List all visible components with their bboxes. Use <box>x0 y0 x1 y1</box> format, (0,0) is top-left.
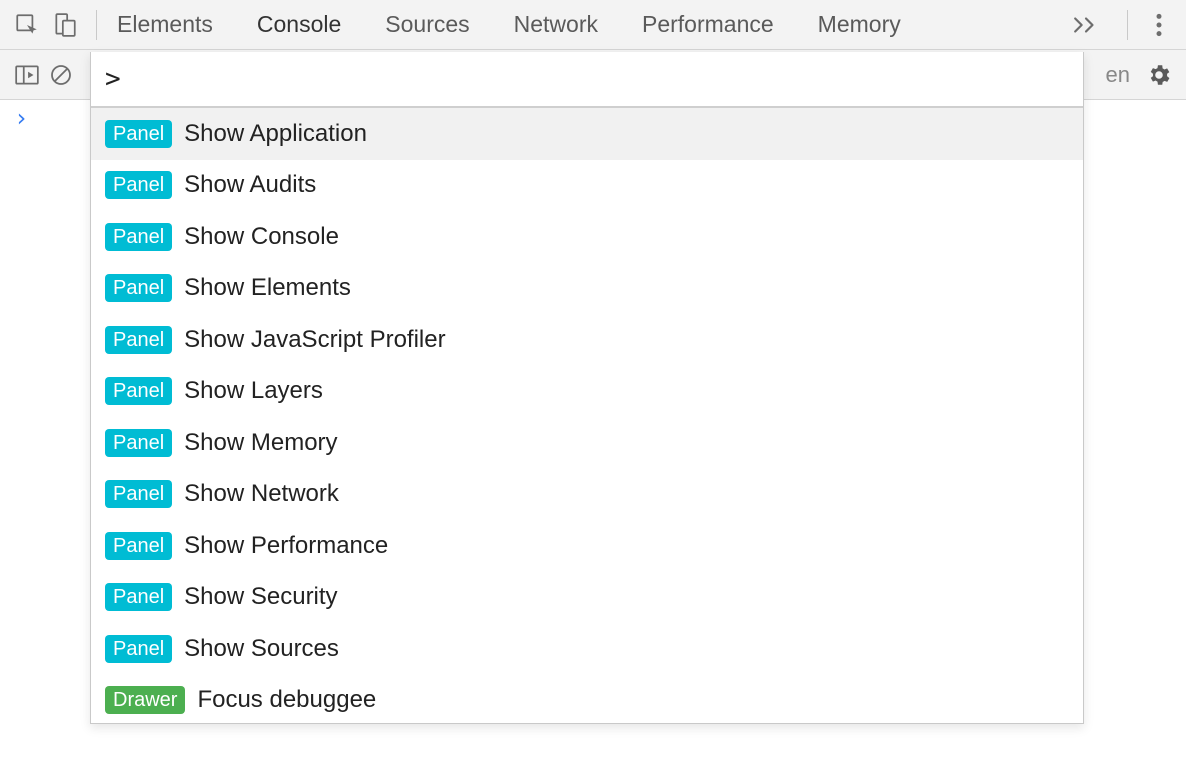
command-menu-item-label: Show Elements <box>184 274 351 302</box>
command-menu-prompt: > <box>105 64 121 94</box>
tab-performance[interactable]: Performance <box>642 11 774 38</box>
tab-sources[interactable]: Sources <box>385 11 469 38</box>
tabbar-divider <box>96 10 97 40</box>
command-menu: > PanelShow ApplicationPanelShow AuditsP… <box>90 52 1084 724</box>
command-menu-item[interactable]: Panel Show Sources <box>91 623 1083 675</box>
command-menu-item[interactable]: Panel Show Application <box>91 108 1083 160</box>
command-menu-item[interactable]: Panel Show Layers <box>91 366 1083 418</box>
tab-elements[interactable]: Elements <box>117 11 213 38</box>
command-menu-item-label: Show Memory <box>184 429 337 457</box>
command-menu-item-label: Show Application <box>184 120 367 148</box>
panel-badge: Panel <box>105 326 172 354</box>
devtools-tabs: Elements Console Sources Network Perform… <box>117 11 1047 38</box>
command-menu-item[interactable]: Panel Show Console <box>91 211 1083 263</box>
tab-network[interactable]: Network <box>514 11 598 38</box>
toggle-console-sidebar-icon[interactable] <box>10 58 44 92</box>
panel-badge: Panel <box>105 274 172 302</box>
command-menu-input[interactable]: > <box>91 52 1083 108</box>
command-menu-item-label: Focus debuggee <box>197 686 376 714</box>
command-menu-item-label: Show Performance <box>184 532 388 560</box>
panel-badge: Panel <box>105 480 172 508</box>
panel-badge: Panel <box>105 377 172 405</box>
command-menu-item-label: Show Layers <box>184 377 323 405</box>
command-menu-item-label: Show Sources <box>184 635 339 663</box>
inspect-element-icon[interactable] <box>8 6 46 44</box>
panel-badge: Panel <box>105 635 172 663</box>
panel-badge: Panel <box>105 532 172 560</box>
command-menu-item-label: Show Audits <box>184 171 316 199</box>
command-menu-item-label: Show Security <box>184 583 337 611</box>
panel-badge: Panel <box>105 429 172 457</box>
devtools-tabbar: Elements Console Sources Network Perform… <box>0 0 1186 50</box>
command-menu-item[interactable]: Panel Show JavaScript Profiler <box>91 314 1083 366</box>
command-menu-item[interactable]: Panel Show Audits <box>91 160 1083 212</box>
panel-badge: Panel <box>105 120 172 148</box>
command-menu-item[interactable]: Panel Show Network <box>91 469 1083 521</box>
panel-badge: Panel <box>105 583 172 611</box>
command-menu-list: PanelShow ApplicationPanelShow AuditsPan… <box>91 108 1083 723</box>
tab-console[interactable]: Console <box>257 11 341 38</box>
device-toolbar-icon[interactable] <box>46 6 84 44</box>
drawer-badge: Drawer <box>105 686 185 714</box>
panel-badge: Panel <box>105 171 172 199</box>
command-menu-item[interactable]: Drawer Focus debuggee <box>91 675 1083 724</box>
command-menu-item[interactable]: Panel Show Performance <box>91 520 1083 572</box>
command-menu-item[interactable]: Panel Show Memory <box>91 417 1083 469</box>
devtools-menu-icon[interactable] <box>1140 12 1178 38</box>
command-menu-item-label: Show Network <box>184 480 339 508</box>
panel-badge: Panel <box>105 223 172 251</box>
command-menu-item[interactable]: Panel Show Security <box>91 572 1083 624</box>
console-settings-fragment: en <box>1106 62 1130 88</box>
console-prompt-icon[interactable]: › <box>14 104 28 132</box>
command-menu-item-label: Show Console <box>184 223 339 251</box>
clear-console-icon[interactable] <box>44 58 78 92</box>
command-menu-item[interactable]: Panel Show Elements <box>91 263 1083 315</box>
console-settings-icon[interactable] <box>1142 58 1176 92</box>
tabbar-divider-right <box>1127 10 1128 40</box>
command-menu-item-label: Show JavaScript Profiler <box>184 326 445 354</box>
tab-memory[interactable]: Memory <box>818 11 901 38</box>
more-tabs-icon[interactable] <box>1067 6 1105 44</box>
